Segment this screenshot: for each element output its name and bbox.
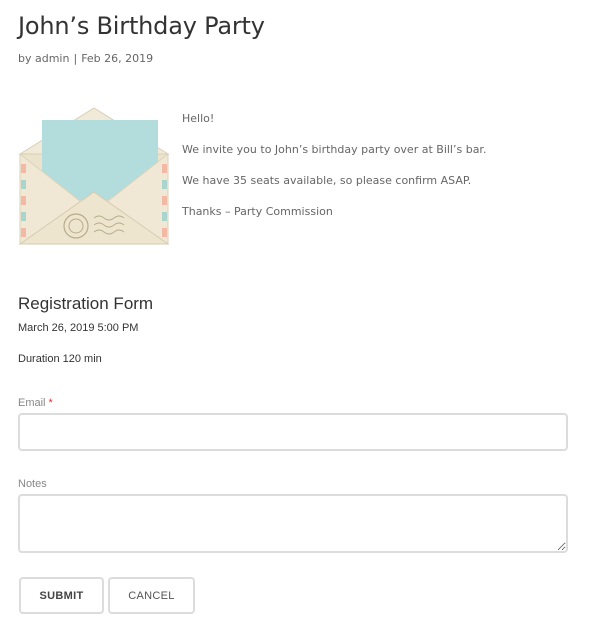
submit-button[interactable]: SUBMIT bbox=[19, 577, 104, 614]
notes-label: Notes bbox=[18, 478, 47, 490]
content-signature: Thanks – Party Commission bbox=[182, 205, 333, 218]
email-label-text: Email bbox=[18, 397, 46, 409]
form-title: Registration Form bbox=[18, 294, 154, 313]
post-content: Hello! We invite you to John’s birthday … bbox=[182, 111, 582, 235]
content-seats: We have 35 seats available, so please co… bbox=[182, 174, 472, 187]
required-marker: * bbox=[48, 397, 53, 409]
content-invitation: We invite you to John’s birthday party o… bbox=[182, 143, 487, 156]
meta-separator: | bbox=[73, 52, 78, 65]
content-greeting: Hello! bbox=[182, 112, 215, 125]
email-label: Email * bbox=[18, 397, 53, 409]
post-author: by admin bbox=[18, 52, 70, 65]
post-title: John’s Birthday Party bbox=[18, 12, 265, 40]
cancel-button[interactable]: CANCEL bbox=[108, 577, 195, 614]
envelope-icon bbox=[18, 106, 170, 248]
event-duration: Duration 120 min bbox=[18, 353, 102, 365]
post-date: Feb 26, 2019 bbox=[81, 52, 154, 65]
event-date: March 26, 2019 5:00 PM bbox=[18, 322, 139, 334]
email-field[interactable] bbox=[18, 413, 568, 451]
post-meta: by admin | Feb 26, 2019 bbox=[18, 52, 153, 65]
notes-field[interactable] bbox=[18, 494, 568, 553]
